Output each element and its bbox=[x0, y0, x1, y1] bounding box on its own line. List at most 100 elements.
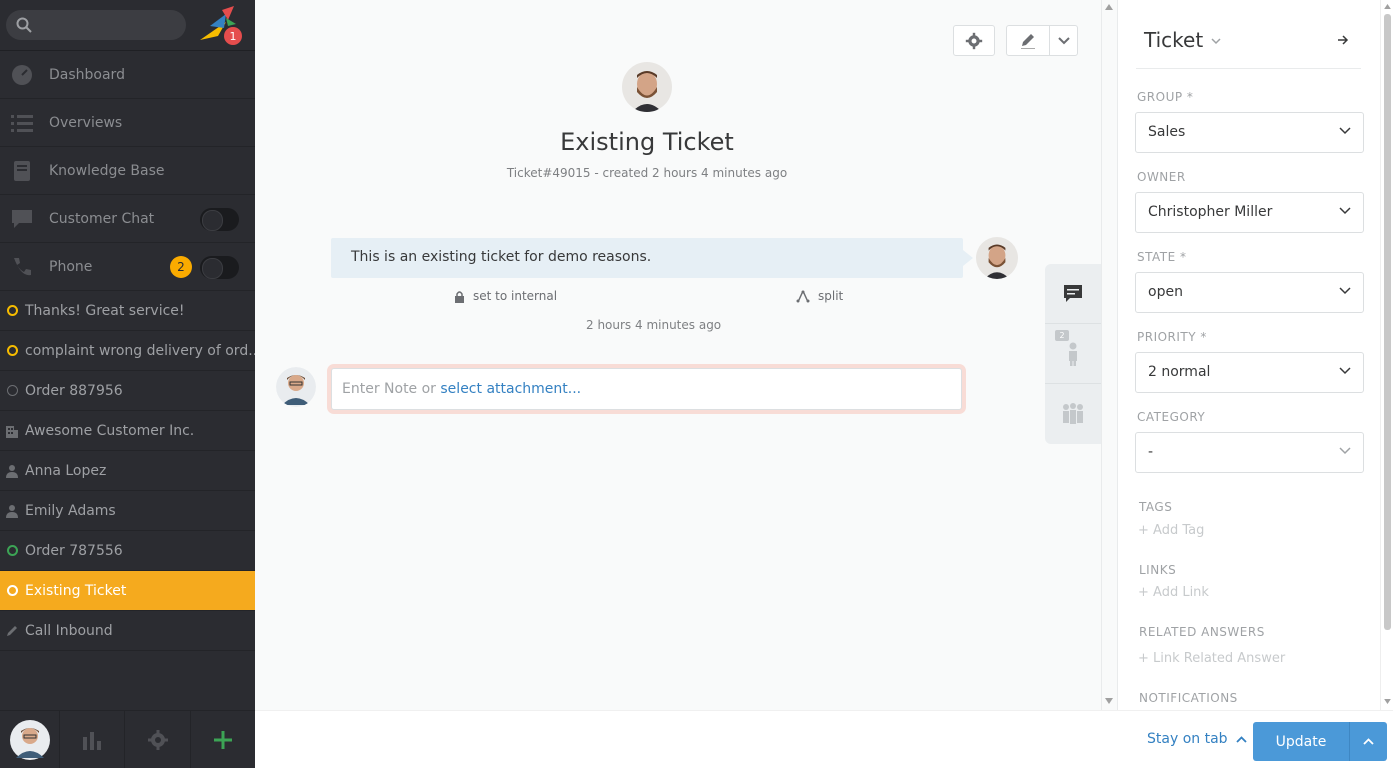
search-input[interactable] bbox=[6, 10, 186, 40]
sidebar-footer bbox=[0, 710, 255, 768]
task-label: Call Inbound bbox=[25, 622, 113, 639]
chevron-down-icon bbox=[1057, 36, 1070, 44]
article-author-avatar[interactable] bbox=[976, 237, 1018, 279]
pencil-icon bbox=[4, 623, 20, 639]
chevron-down-icon bbox=[1339, 127, 1351, 135]
task-label: Order 787556 bbox=[25, 542, 123, 559]
settings-gear-icon[interactable] bbox=[125, 711, 191, 768]
reply-note-input[interactable]: Enter Note or select attachment... bbox=[331, 368, 962, 410]
user-icon bbox=[4, 503, 20, 519]
split-icon bbox=[796, 290, 810, 302]
panel-scroll-thumb[interactable] bbox=[1384, 14, 1391, 630]
task-item[interactable]: complaint wrong delivery of ord... bbox=[0, 331, 255, 371]
nav-customer-chat[interactable]: Customer Chat bbox=[0, 195, 255, 243]
task-item[interactable]: Call Inbound bbox=[0, 611, 255, 651]
task-item[interactable]: Anna Lopez bbox=[0, 451, 255, 491]
task-item-active[interactable]: Existing Ticket bbox=[0, 571, 255, 611]
ticket-closed-icon bbox=[4, 543, 20, 559]
phone-toggle[interactable] bbox=[200, 256, 239, 279]
chevron-down-icon[interactable] bbox=[1211, 38, 1221, 45]
task-item[interactable]: Thanks! Great service! bbox=[0, 291, 255, 331]
chevron-down-icon bbox=[1339, 447, 1351, 455]
task-item[interactable]: Order 787556 bbox=[0, 531, 255, 571]
update-button[interactable]: Update bbox=[1253, 722, 1349, 761]
nav-overviews[interactable]: Overviews bbox=[0, 99, 255, 147]
ticket-new-icon bbox=[4, 383, 20, 399]
task-label: Emily Adams bbox=[25, 502, 116, 519]
nav-label: Phone bbox=[49, 258, 93, 275]
agent-avatar[interactable] bbox=[622, 62, 672, 112]
add-plus-icon[interactable] bbox=[191, 711, 255, 768]
split-action[interactable]: split bbox=[796, 289, 843, 303]
group-label: GROUP * bbox=[1137, 90, 1194, 104]
state-label: STATE * bbox=[1137, 250, 1187, 264]
link-related-answer-link[interactable]: + Link Related Answer bbox=[1138, 651, 1285, 666]
lock-icon bbox=[455, 290, 464, 303]
notifications-label: NOTIFICATIONS bbox=[1139, 691, 1238, 705]
owner-label: OWNER bbox=[1137, 170, 1186, 184]
state-value: open bbox=[1148, 284, 1183, 300]
message-icon bbox=[1064, 284, 1082, 302]
stay-on-tab-dropdown[interactable]: Stay on tab bbox=[1147, 731, 1247, 747]
customer-tab-badge: 2 bbox=[1055, 330, 1069, 341]
task-label: Order 887956 bbox=[25, 382, 123, 399]
chevron-up-icon bbox=[1235, 735, 1247, 743]
nav-label: Dashboard bbox=[49, 66, 125, 83]
chat-toggle[interactable] bbox=[200, 208, 239, 231]
nav-phone[interactable]: Phone 2 bbox=[0, 243, 255, 291]
chevron-down-icon bbox=[1339, 367, 1351, 375]
tags-label: TAGS bbox=[1139, 500, 1173, 514]
sidebar-tabs: 2 bbox=[1045, 264, 1101, 444]
priority-select[interactable]: 2 normal bbox=[1135, 352, 1364, 393]
nav-knowledge-base[interactable]: Knowledge Base bbox=[0, 147, 255, 195]
task-item[interactable]: Order 887956 bbox=[0, 371, 255, 411]
panel-title[interactable]: Ticket bbox=[1144, 28, 1203, 52]
list-icon bbox=[10, 111, 34, 135]
collapse-arrow-icon[interactable] bbox=[1337, 34, 1349, 46]
user-avatar[interactable] bbox=[0, 711, 60, 768]
task-item[interactable]: Awesome Customer Inc. bbox=[0, 411, 255, 451]
ticket-open-icon bbox=[4, 343, 20, 359]
set-internal-label: set to internal bbox=[473, 289, 558, 303]
dashboard-icon bbox=[10, 63, 34, 87]
main-scrollbar[interactable] bbox=[1101, 0, 1117, 710]
category-select[interactable]: - bbox=[1135, 432, 1364, 473]
priority-label: PRIORITY * bbox=[1137, 330, 1207, 344]
ticket-meta: Ticket#49015 - created 2 hours 4 minutes… bbox=[506, 166, 788, 180]
notification-badge[interactable]: 1 bbox=[224, 27, 242, 45]
stay-on-tab-label: Stay on tab bbox=[1147, 731, 1228, 747]
nav-label: Knowledge Base bbox=[49, 162, 165, 179]
select-attachment-link[interactable]: select attachment... bbox=[440, 381, 581, 397]
add-link-link[interactable]: + Add Link bbox=[1138, 585, 1209, 600]
phone-count-badge: 2 bbox=[170, 256, 192, 278]
panel-scrollbar[interactable] bbox=[1380, 0, 1393, 710]
group-value: Sales bbox=[1148, 124, 1186, 140]
organization-icon bbox=[4, 423, 20, 439]
tab-organization[interactable] bbox=[1045, 384, 1101, 444]
ticket-open-icon bbox=[4, 303, 20, 319]
state-select[interactable]: open bbox=[1135, 272, 1364, 313]
ticket-footer-bar: Stay on tab Update bbox=[255, 710, 1393, 768]
tab-ticket[interactable] bbox=[1045, 264, 1101, 324]
tab-customer[interactable]: 2 bbox=[1045, 324, 1101, 384]
group-select[interactable]: Sales bbox=[1135, 112, 1364, 153]
macro-dropdown-button[interactable] bbox=[1049, 25, 1078, 56]
macro-button[interactable] bbox=[1006, 25, 1050, 56]
update-options-button[interactable] bbox=[1349, 722, 1387, 761]
category-value: - bbox=[1148, 444, 1154, 460]
owner-select[interactable]: Christopher Miller bbox=[1135, 192, 1364, 233]
ticket-title: Existing Ticket bbox=[560, 128, 734, 156]
task-item[interactable]: Emily Adams bbox=[0, 491, 255, 531]
nav-dashboard[interactable]: Dashboard bbox=[0, 51, 255, 99]
person-icon bbox=[1069, 342, 1077, 366]
add-tag-link[interactable]: + Add Tag bbox=[1138, 523, 1204, 538]
task-label: complaint wrong delivery of ord... bbox=[25, 342, 255, 359]
set-internal-action[interactable]: set to internal bbox=[454, 289, 557, 303]
links-label: LINKS bbox=[1139, 563, 1177, 577]
priority-value: 2 normal bbox=[1148, 364, 1211, 380]
owner-value: Christopher Miller bbox=[1148, 204, 1273, 220]
search-icon bbox=[16, 17, 32, 33]
category-label: CATEGORY bbox=[1137, 410, 1206, 424]
ticket-settings-button[interactable] bbox=[953, 25, 995, 56]
reports-icon[interactable] bbox=[60, 711, 125, 768]
